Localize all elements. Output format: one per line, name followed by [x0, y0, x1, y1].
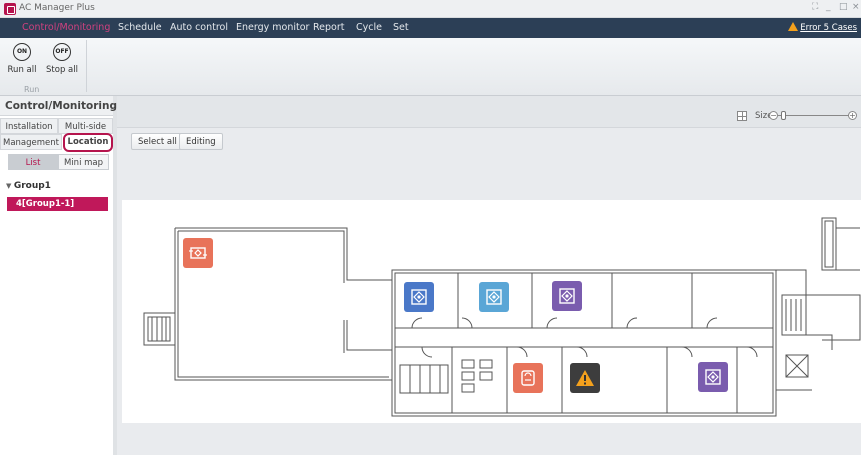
tree-group-label: Group1 [13, 181, 51, 191]
stop-all-button[interactable]: OFF Stop all [44, 43, 80, 75]
select-all-button[interactable]: Select all [131, 133, 184, 150]
zoom-out-icon[interactable]: − [769, 111, 778, 120]
power-off-icon: OFF [53, 43, 71, 61]
warning-icon [576, 370, 594, 386]
main-panel: Size − + Select all Editing [117, 96, 861, 455]
tab-installation[interactable]: Installation [0, 118, 58, 134]
tab-management[interactable]: Management [0, 134, 62, 150]
menu-control-monitoring[interactable]: Control/Monitoring [22, 22, 110, 33]
power-on-icon: ON [13, 43, 31, 61]
menu-bar: Control/Monitoring Schedule Auto control… [0, 18, 861, 38]
ac-unit-light-blue[interactable] [479, 282, 509, 312]
menu-report[interactable]: Report [313, 22, 345, 33]
zoom-slider-handle[interactable] [781, 111, 786, 120]
cassette-icon [411, 289, 427, 305]
ac-unit-blue[interactable] [404, 282, 434, 312]
sidebar-title: Control/Monitoring [0, 96, 117, 116]
restore-icon[interactable]: ⛶ [812, 2, 818, 12]
menu-set[interactable]: Set [393, 22, 409, 33]
menu-cycle[interactable]: Cycle [356, 22, 382, 33]
app-title: AC Manager Plus [19, 3, 95, 13]
cassette-icon [705, 369, 721, 385]
stop-all-label: Stop all [46, 65, 78, 75]
error-count-link[interactable]: Error 5 Cases [788, 22, 857, 33]
ac-unit-orange[interactable] [513, 363, 543, 393]
tab-location[interactable]: Location [63, 133, 113, 152]
error-count-text: Error 5 Cases [800, 23, 857, 33]
tab-multi-side[interactable]: Multi-side [58, 118, 113, 134]
chevron-down-icon: ▼ [6, 182, 14, 190]
minimize-icon[interactable]: _ [826, 2, 831, 12]
tree-group-item[interactable]: ▼ Group1 [6, 181, 51, 191]
view-mini-map-button[interactable]: Mini map [58, 154, 109, 170]
main-header: Size − + [117, 96, 861, 128]
run-all-label: Run all [7, 65, 37, 75]
ventilator-unit[interactable] [183, 238, 213, 268]
view-list-button[interactable]: List [8, 154, 58, 170]
grid-view-icon[interactable] [737, 111, 747, 121]
menu-auto-control[interactable]: Auto control [170, 22, 228, 33]
title-bar: AC Manager Plus ⛶ _ □ × [0, 0, 861, 18]
ac-unit-purple[interactable] [552, 281, 582, 311]
ac-unit-error[interactable] [570, 363, 600, 393]
floor-unit-icon [521, 370, 535, 386]
zoom-in-icon[interactable]: + [848, 111, 857, 120]
zoom-slider[interactable] [778, 115, 849, 116]
cassette-icon [486, 289, 502, 305]
menu-energy-monitor[interactable]: Energy monitor [236, 22, 309, 33]
maximize-icon[interactable]: □ [839, 2, 848, 12]
editing-button[interactable]: Editing [179, 133, 223, 150]
cassette-icon [559, 288, 575, 304]
ribbon-separator [86, 40, 87, 92]
ventilation-icon [189, 247, 207, 259]
close-icon[interactable]: × [852, 2, 860, 12]
sidebar: Control/Monitoring Installation Multi-si… [0, 96, 117, 455]
tree-leaf-item[interactable]: 4[Group1-1] [7, 197, 108, 211]
ribbon-group-label: Run [24, 85, 40, 94]
run-all-button[interactable]: ON Run all [4, 43, 40, 75]
ac-unit-purple-2[interactable] [698, 362, 728, 392]
ribbon: ON Run all OFF Stop all Run [0, 38, 861, 96]
menu-schedule[interactable]: Schedule [118, 22, 162, 33]
warning-icon [788, 22, 799, 31]
app-logo-icon [4, 3, 16, 15]
